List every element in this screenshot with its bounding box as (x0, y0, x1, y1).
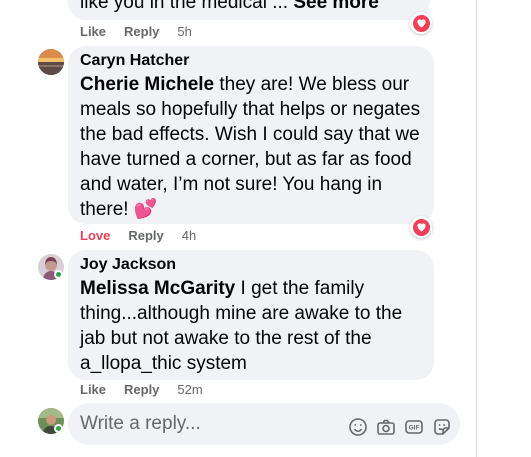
reply-composer: GIF (68, 403, 460, 445)
comment-line: a_llopa_thic system (80, 353, 247, 374)
like-button[interactable]: Like (80, 382, 106, 398)
timestamp[interactable]: 52m (177, 382, 202, 398)
comment-bubble-top: like you in the medical ... See more (68, 0, 430, 20)
comment-actions: Like Reply 5h (80, 24, 210, 40)
timestamp[interactable]: 5h (177, 24, 191, 40)
reply-button[interactable]: Reply (124, 24, 159, 40)
online-status-indicator (54, 270, 63, 279)
comment-thread: like you in the medical ... See more Lik… (0, 0, 531, 457)
comment-line: there! 💕 (80, 199, 158, 220)
comment-text: like you in the medical ... (80, 0, 289, 13)
see-more-link[interactable]: See more (293, 0, 379, 13)
timestamp[interactable]: 4h (182, 228, 196, 244)
comment-actions: Love Reply 4h (80, 228, 214, 244)
love-reaction[interactable] (410, 216, 432, 238)
right-pane (477, 0, 531, 457)
reply-button[interactable]: Reply (128, 228, 163, 244)
reply-button[interactable]: Reply (124, 382, 159, 398)
comment-line: I get the family (235, 278, 365, 299)
heart-icon (412, 218, 430, 236)
comment-bubble: Joy Jackson Melissa McGarity I get the f… (68, 250, 434, 380)
avatar[interactable] (38, 49, 64, 75)
comment-actions: Like Reply 52m (80, 382, 221, 398)
comment-line: meals so hopefully that helps or negates (80, 99, 421, 120)
comment-line: thing...although mine are awake to the (80, 303, 403, 324)
author-name[interactable]: Caryn Hatcher (80, 50, 420, 72)
comment-line: jab but not awake to the rest of the (80, 328, 372, 349)
love-reaction[interactable] (410, 12, 432, 34)
mention-link[interactable]: Cherie Michele (80, 74, 214, 95)
online-status-indicator (54, 424, 63, 433)
comment-line: have turned a corner, but as far as food (80, 149, 412, 170)
like-button[interactable]: Like (80, 24, 106, 40)
svg-text:GIF: GIF (409, 425, 420, 432)
heart-icon (412, 14, 430, 32)
mention-link[interactable]: Melissa McGarity (80, 278, 235, 299)
love-button[interactable]: Love (80, 228, 110, 244)
comment-line: they are! We bless our (214, 74, 410, 95)
camera-icon[interactable] (376, 417, 396, 437)
sticker-icon[interactable] (432, 417, 452, 437)
comment-bubble: Caryn Hatcher Cherie Michele they are! W… (68, 46, 434, 224)
reply-input[interactable] (80, 403, 340, 445)
author-name[interactable]: Joy Jackson (80, 254, 402, 276)
comment-line: and water, I’m not sure! You hang in (80, 174, 383, 195)
emoji-icon[interactable] (348, 417, 368, 437)
comment-line: the bad effects. Wish I could say that w… (80, 124, 420, 145)
gif-icon[interactable]: GIF (404, 417, 424, 437)
